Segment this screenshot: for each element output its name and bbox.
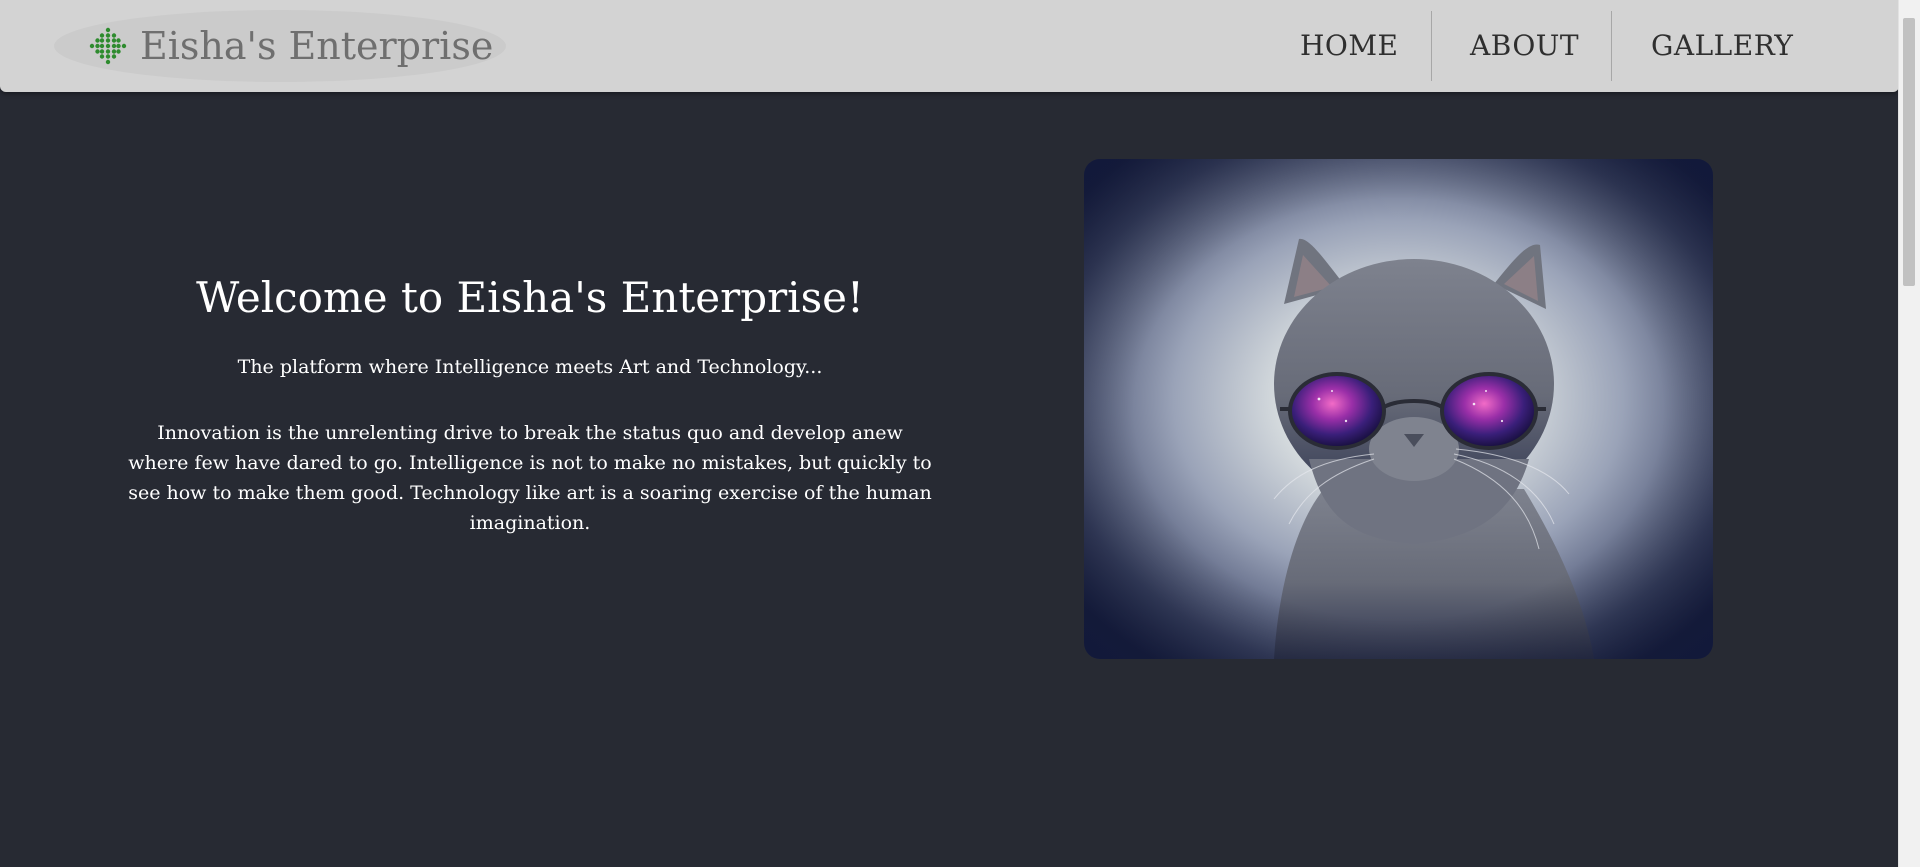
brand-name: Eisha's Enterprise: [140, 24, 494, 68]
nav-divider: [1611, 11, 1612, 81]
hero-tagline: The platform where Intelligence meets Ar…: [237, 356, 823, 378]
nav-home-link[interactable]: HOME: [1300, 0, 1398, 92]
nav-divider: [1431, 11, 1432, 81]
nav-gallery-link[interactable]: GALLERY: [1651, 0, 1793, 92]
cat-sunglasses-illustration: [1084, 159, 1713, 659]
dotted-plus-logo-icon: [89, 27, 127, 65]
nav-links: HOME ABOUT GALLERY: [1259, 0, 1899, 92]
nav-about-link[interactable]: ABOUT: [1470, 0, 1579, 92]
hero-title: Welcome to Eisha's Enterprise!: [196, 273, 864, 322]
scrollbar-thumb[interactable]: [1903, 18, 1915, 286]
page-scrollbar[interactable]: [1898, 0, 1920, 867]
navbar: Eisha's Enterprise HOME ABOUT GALLERY: [0, 0, 1899, 92]
cat-image: [1084, 159, 1713, 659]
page: Eisha's Enterprise HOME ABOUT GALLERY We…: [0, 0, 1920, 867]
brand-link[interactable]: Eisha's Enterprise: [54, 10, 506, 82]
hero-body: Innovation is the unrelenting drive to b…: [128, 422, 932, 534]
hero-section: Welcome to Eisha's Enterprise! The platf…: [120, 268, 940, 538]
